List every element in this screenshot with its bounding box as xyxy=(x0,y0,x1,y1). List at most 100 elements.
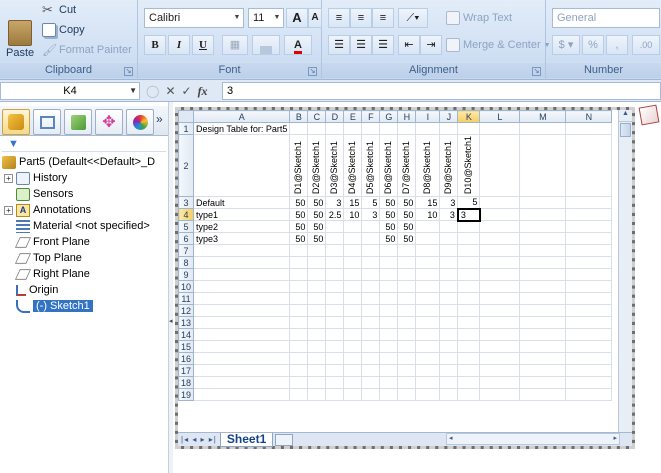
align-middle-button[interactable]: ≡ xyxy=(350,8,372,28)
cell[interactable] xyxy=(519,328,567,341)
cell[interactable] xyxy=(379,268,399,281)
column-header[interactable]: F xyxy=(361,110,381,123)
cell[interactable] xyxy=(519,196,567,209)
cell[interactable] xyxy=(343,122,363,135)
cell[interactable] xyxy=(343,364,363,377)
cell[interactable] xyxy=(415,376,441,389)
parameter-value[interactable]: 3 xyxy=(325,196,345,209)
parameter-value[interactable]: 50 xyxy=(307,232,327,245)
cell[interactable]: D8@Sketch1 xyxy=(415,134,441,197)
cell[interactable] xyxy=(439,292,459,305)
cell[interactable] xyxy=(361,292,381,305)
scroll-right-icon[interactable]: ▸ xyxy=(613,434,617,442)
row-header[interactable]: 13 xyxy=(177,316,195,329)
panel-splitter[interactable]: ◂ xyxy=(168,102,173,473)
align-left-button[interactable]: ☰ xyxy=(328,35,350,55)
tree-item-sensors[interactable]: Sensors xyxy=(16,186,73,202)
cell[interactable] xyxy=(479,292,521,305)
chevron-down-icon[interactable]: ▼ xyxy=(271,9,283,27)
cell[interactable] xyxy=(519,280,567,293)
cell[interactable] xyxy=(379,280,399,293)
cell[interactable]: D1@Sketch1 xyxy=(289,134,309,197)
parameter-value[interactable]: 50 xyxy=(379,208,399,221)
cell[interactable] xyxy=(519,376,567,389)
cell[interactable] xyxy=(479,122,521,135)
cell[interactable] xyxy=(289,268,309,281)
parameter-value[interactable]: 50 xyxy=(397,220,417,233)
cell[interactable] xyxy=(193,292,291,305)
cell[interactable] xyxy=(361,244,381,257)
cell[interactable] xyxy=(519,292,567,305)
configuration-name[interactable]: type1 xyxy=(193,208,291,221)
tree-item-front-plane[interactable]: Front Plane xyxy=(14,234,90,250)
cell[interactable] xyxy=(457,122,481,135)
tree-item-origin[interactable]: Origin xyxy=(16,282,58,298)
parameter-value[interactable] xyxy=(343,232,363,245)
cell[interactable] xyxy=(379,388,399,401)
cell[interactable] xyxy=(519,364,567,377)
cell[interactable] xyxy=(519,352,567,365)
cell[interactable] xyxy=(193,340,291,353)
cell[interactable] xyxy=(439,364,459,377)
annotations-expander[interactable]: + xyxy=(4,206,13,215)
cell[interactable] xyxy=(565,232,613,245)
cell[interactable] xyxy=(439,376,459,389)
parameter-value[interactable] xyxy=(439,232,459,245)
cell[interactable] xyxy=(289,316,309,329)
cell[interactable] xyxy=(379,292,399,305)
parameter-value[interactable]: 5 xyxy=(361,196,381,209)
cell[interactable] xyxy=(397,122,417,135)
cell[interactable] xyxy=(479,340,521,353)
cell[interactable] xyxy=(193,268,291,281)
parameter-value[interactable]: 3 xyxy=(439,196,459,209)
parameter-value[interactable] xyxy=(361,220,381,233)
parameter-value[interactable]: 50 xyxy=(379,232,399,245)
cell[interactable] xyxy=(565,304,613,317)
cell[interactable] xyxy=(379,376,399,389)
cell[interactable] xyxy=(415,388,441,401)
parameter-value[interactable]: 50 xyxy=(307,208,327,221)
cell[interactable] xyxy=(397,292,417,305)
cell[interactable] xyxy=(415,304,441,317)
row-header[interactable]: 12 xyxy=(177,304,195,317)
parameter-value[interactable]: 15 xyxy=(415,196,441,209)
cell[interactable] xyxy=(193,316,291,329)
cell[interactable]: D6@Sketch1 xyxy=(379,134,399,197)
chevron-down-icon[interactable]: ▼ xyxy=(231,9,243,27)
cell[interactable] xyxy=(565,122,613,135)
cell[interactable] xyxy=(325,388,345,401)
cell[interactable] xyxy=(565,340,613,353)
cell[interactable] xyxy=(193,328,291,341)
cell[interactable] xyxy=(519,316,567,329)
cell[interactable] xyxy=(565,280,613,293)
cell[interactable] xyxy=(457,340,481,353)
cell[interactable] xyxy=(439,352,459,365)
cell[interactable] xyxy=(193,280,291,293)
cell[interactable] xyxy=(289,388,309,401)
parameter-value[interactable] xyxy=(343,220,363,233)
parameter-value[interactable]: 15 xyxy=(343,196,363,209)
cell[interactable] xyxy=(439,388,459,401)
tree-item-right-plane[interactable]: Right Plane xyxy=(14,266,90,282)
cell[interactable] xyxy=(289,280,309,293)
column-header[interactable]: L xyxy=(479,110,521,123)
cell[interactable]: D3@Sketch1 xyxy=(325,134,345,197)
tree-root-part[interactable]: Part5 (Default<<Default>_D xyxy=(2,154,155,170)
cell[interactable] xyxy=(307,316,327,329)
scroll-thumb[interactable] xyxy=(620,123,631,137)
font-size-combo[interactable]: 11 ▼ xyxy=(248,8,284,28)
cell[interactable] xyxy=(415,352,441,365)
cell[interactable] xyxy=(379,122,399,135)
cell[interactable] xyxy=(343,244,363,257)
cell[interactable] xyxy=(519,134,567,197)
shrink-font-button[interactable]: A xyxy=(308,8,322,28)
column-header[interactable]: E xyxy=(343,110,363,123)
horizontal-scrollbar[interactable]: ◂ ▸ xyxy=(446,433,620,445)
cell[interactable] xyxy=(289,256,309,269)
underline-button[interactable]: U xyxy=(192,35,214,55)
cell[interactable] xyxy=(565,256,613,269)
row-header[interactable]: 5 xyxy=(177,220,195,233)
cell[interactable] xyxy=(565,134,613,197)
parameter-value[interactable] xyxy=(361,232,381,245)
cell[interactable] xyxy=(479,208,521,221)
